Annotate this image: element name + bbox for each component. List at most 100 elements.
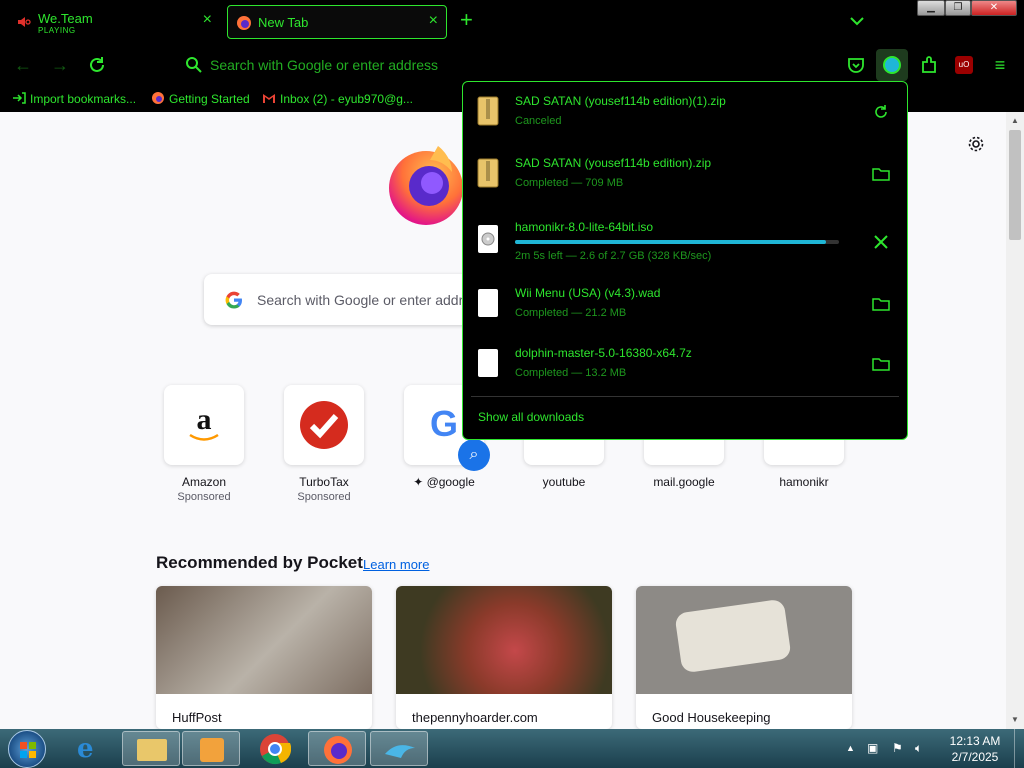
maximize-button[interactable]: ❐: [945, 0, 971, 16]
explorer-taskbar-button[interactable]: [122, 731, 180, 766]
shortcut-label: TurboTax: [299, 475, 349, 489]
download-filename: SAD SATAN (yousef114b edition)(1).zip: [515, 94, 726, 108]
dolphin-taskbar-button[interactable]: [370, 731, 428, 766]
url-placeholder: Search with Google or enter address: [210, 57, 439, 73]
download-item[interactable]: SAD SATAN (yousef114b edition)(1).zip Ca…: [463, 82, 907, 142]
reload-icon[interactable]: [86, 54, 108, 76]
tab-title: We.Team: [38, 11, 93, 26]
tab-weteam[interactable]: We.Team PLAYING ×: [8, 5, 220, 39]
folder-icon[interactable]: [871, 164, 891, 184]
card-source: HuffPost: [172, 710, 222, 725]
firefox-icon: [324, 736, 352, 764]
forward-arrow-icon[interactable]: →: [49, 54, 71, 76]
folder-icon[interactable]: [871, 294, 891, 314]
ublock-origin-icon[interactable]: uO: [955, 56, 973, 74]
action-center-flag-icon[interactable]: ⚑: [892, 741, 903, 755]
network-icon[interactable]: ▣: [867, 741, 878, 755]
start-button[interactable]: [8, 730, 46, 768]
panel-divider: [471, 396, 899, 397]
download-filename: dolphin-master-5.0-16380-x64.7z: [515, 346, 692, 360]
folder-icon[interactable]: [871, 354, 891, 374]
scrollbar[interactable]: ▲ ▼: [1006, 112, 1024, 729]
tab-title: New Tab: [258, 15, 309, 30]
zip-file-icon: [477, 158, 499, 188]
tab-new-tab[interactable]: New Tab ×: [227, 5, 447, 39]
pocket-card[interactable]: Good Housekeeping: [636, 586, 852, 729]
show-desktop-button[interactable]: [1014, 729, 1024, 768]
shortcut-amazon[interactable]: a Amazon Sponsored: [164, 385, 244, 503]
media-player-taskbar-button[interactable]: [182, 731, 240, 766]
shortcut-turbotax[interactable]: TurboTax Sponsored: [284, 385, 364, 503]
download-status: 2m 5s left — 2.6 of 2.7 GB (328 KB/sec): [515, 250, 712, 262]
bookmark-label: Getting Started: [169, 92, 250, 106]
windows-taskbar: e ▲ ▣ ⚑ 🔈︎ 12:13 AM 2/7/2025: [0, 729, 1024, 768]
sponsored-label: Sponsored: [177, 491, 231, 503]
download-item[interactable]: dolphin-master-5.0-16380-x64.7z Complete…: [463, 334, 907, 394]
downloads-panel: SAD SATAN (yousef114b edition)(1).zip Ca…: [462, 81, 908, 440]
shortcut-label: Amazon: [181, 475, 227, 489]
scroll-down-icon[interactable]: ▼: [1011, 715, 1019, 724]
scrollbar-thumb[interactable]: [1009, 130, 1021, 240]
volume-icon[interactable]: 🔈︎: [915, 741, 922, 756]
turbotax-logo: [300, 401, 348, 449]
download-item[interactable]: Wii Menu (USA) (v4.3).wad Completed — 21…: [463, 274, 907, 334]
close-tab-icon[interactable]: ×: [203, 11, 212, 29]
new-tab-plus-icon[interactable]: +: [460, 9, 473, 31]
chrome-taskbar-button[interactable]: [246, 731, 304, 766]
bookmark-import[interactable]: Import bookmarks...: [12, 91, 136, 106]
url-bar[interactable]: Search with Google or enter address: [180, 51, 840, 79]
download-item[interactable]: hamonikr-8.0-lite-64bit.iso 2m 5s left —…: [463, 210, 907, 270]
chevron-down-icon[interactable]: [849, 14, 865, 28]
clock-time: 12:13 AM: [949, 734, 1001, 748]
file-icon: [478, 289, 498, 317]
firefox-icon: [237, 16, 251, 30]
minimize-button[interactable]: ▁: [917, 0, 945, 16]
firefox-logo: [389, 146, 463, 225]
close-window-button[interactable]: ✕: [971, 0, 1017, 16]
amazon-smile-icon: [189, 433, 219, 441]
show-hidden-icons[interactable]: ▲: [846, 743, 855, 753]
download-progress-fill: [515, 240, 827, 244]
tab-bar: We.Team PLAYING × New Tab × + ▁ ❐ ✕: [0, 0, 1024, 44]
learn-more-link[interactable]: Learn more: [363, 557, 429, 572]
scroll-up-icon[interactable]: ▲: [1011, 116, 1019, 125]
bookmark-label: Inbox (2) - eyub970@g...: [280, 92, 413, 106]
shortcut-label: youtube: [542, 475, 586, 489]
shortcut-label: hamonikr: [779, 475, 829, 489]
card-image: [396, 586, 612, 694]
cancel-icon[interactable]: [871, 232, 891, 252]
folder-icon: [137, 739, 167, 761]
back-arrow-icon[interactable]: ←: [12, 54, 34, 76]
card-image: [156, 586, 372, 694]
search-badge-icon: ⌕: [458, 439, 490, 471]
import-icon: [13, 92, 26, 104]
retry-icon[interactable]: [871, 102, 891, 122]
card-image: [636, 586, 852, 694]
pocket-card[interactable]: thepennyhoarder.com: [396, 586, 612, 729]
gear-icon[interactable]: [967, 135, 985, 153]
download-status: Completed — 13.2 MB: [515, 367, 627, 379]
download-filename: Wii Menu (USA) (v4.3).wad: [515, 286, 661, 300]
bookmark-label: Import bookmarks...: [30, 92, 137, 106]
download-status: Completed — 709 MB: [515, 177, 624, 189]
close-tab-icon[interactable]: ×: [429, 12, 438, 30]
download-filename: hamonikr-8.0-lite-64bit.iso: [515, 220, 654, 234]
downloads-button[interactable]: [876, 49, 908, 81]
system-clock[interactable]: 12:13 AM 2/7/2025: [940, 733, 1010, 765]
pocket-icon[interactable]: [845, 54, 867, 76]
pocket-card[interactable]: HuffPost: [156, 586, 372, 729]
menu-icon[interactable]: ≡: [989, 54, 1011, 76]
show-all-downloads-button[interactable]: Show all downloads: [478, 410, 584, 424]
internet-explorer-taskbar-button[interactable]: e: [62, 731, 120, 766]
firefox-taskbar-button[interactable]: [308, 731, 366, 766]
download-item[interactable]: SAD SATAN (yousef114b edition).zip Compl…: [463, 144, 907, 204]
bookmark-getting-started[interactable]: Getting Started: [151, 91, 250, 106]
extensions-icon[interactable]: [918, 54, 940, 76]
windows-logo-icon: [20, 742, 36, 758]
dolphin-icon: [385, 745, 415, 758]
search-placeholder: Search with Google or enter address: [257, 292, 486, 308]
download-progress-icon: [883, 56, 901, 74]
tab-playing-label: PLAYING: [38, 26, 76, 35]
bookmark-gmail-inbox[interactable]: Inbox (2) - eyub970@g...: [262, 91, 413, 106]
zip-file-icon: [477, 96, 499, 126]
